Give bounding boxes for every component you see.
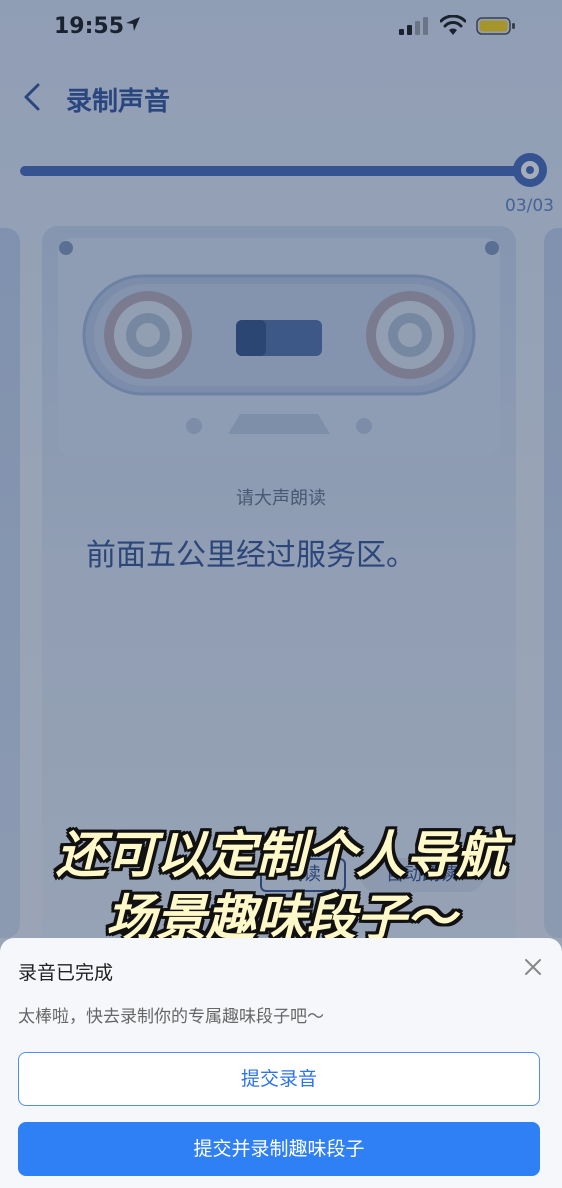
video-caption-line1: 还可以定制个人导航 xyxy=(56,826,506,884)
submit-recording-button[interactable]: 提交录音 xyxy=(18,1052,540,1106)
sheet-title: 录音已完成 xyxy=(18,962,114,984)
recording-screen: 19:55 录制声音 03/03 请大声朗读 前面五公里经过服务区。 试读 自动… xyxy=(0,0,562,1188)
submit-and-record-button[interactable]: 提交并录制趣味段子 xyxy=(18,1122,540,1176)
sheet-description: 太棒啦，快去录制你的专属趣味段子吧～ xyxy=(18,1007,324,1027)
close-icon[interactable] xyxy=(522,956,544,978)
completion-bottom-sheet: 录音已完成 太棒啦，快去录制你的专属趣味段子吧～ 提交录音 提交并录制趣味段子 xyxy=(0,938,562,1188)
